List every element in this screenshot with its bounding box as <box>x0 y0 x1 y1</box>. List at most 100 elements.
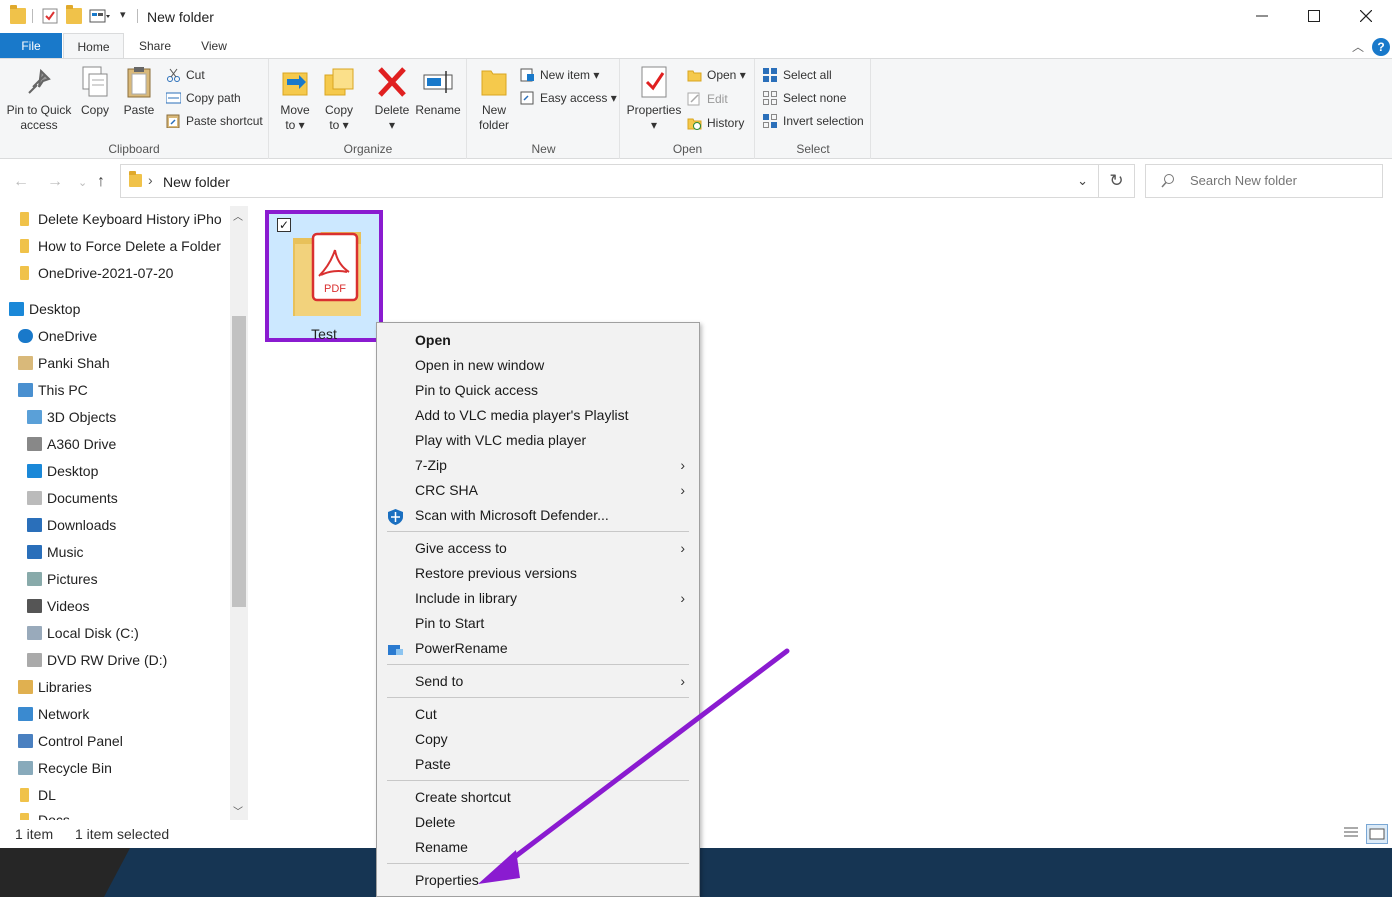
help-icon[interactable]: ? <box>1372 38 1390 56</box>
minimize-button[interactable] <box>1236 0 1288 32</box>
menu-item-include-in-library[interactable]: Include in library › <box>377 586 699 611</box>
invert-selection-button[interactable]: Invert selection <box>763 111 864 131</box>
up-icon[interactable]: ↑ <box>97 173 105 191</box>
sidebar-item[interactable]: Libraries <box>18 674 92 700</box>
scroll-up-icon[interactable]: ︿ <box>233 208 243 223</box>
tab-home[interactable]: Home <box>63 33 124 59</box>
cut-button[interactable]: Cut <box>166 65 205 85</box>
menu-item-pin-to-quick-access[interactable]: Pin to Quick access <box>377 378 699 403</box>
sidebar-item[interactable]: A360 Drive <box>27 431 116 457</box>
item-checkbox[interactable]: ✓ <box>277 218 291 232</box>
file-item[interactable]: ✓ PDF Test <box>265 210 383 342</box>
menu-item-powerrename[interactable]: PowerRename <box>377 636 699 661</box>
sidebar-item[interactable]: Desktop <box>27 458 98 484</box>
recent-locations-icon[interactable]: ⌄ <box>78 176 87 189</box>
select-none-button[interactable]: Select none <box>763 88 846 108</box>
rename-icon <box>422 65 454 99</box>
sidebar-item[interactable]: Recycle Bin <box>18 755 112 781</box>
select-all-button[interactable]: Select all <box>763 65 832 85</box>
delete-button[interactable]: Delete ▾ <box>371 65 413 133</box>
sidebar-item[interactable]: Docs <box>18 807 70 820</box>
new-item-button[interactable]: New item ▾ <box>520 65 599 85</box>
details-view-icon[interactable] <box>1342 826 1360 843</box>
forward-icon[interactable]: → <box>47 173 63 191</box>
chevron-down-icon[interactable]: ⌄ <box>1077 173 1088 189</box>
scissors-icon <box>166 68 181 82</box>
menu-item-paste[interactable]: Paste <box>377 752 699 777</box>
menu-item-delete[interactable]: Delete <box>377 810 699 835</box>
move-to-button[interactable]: Move to ▾ <box>276 65 314 133</box>
menu-item-scan-with-microsoft-defender[interactable]: Scan with Microsoft Defender... <box>377 503 699 528</box>
sidebar-item[interactable]: Local Disk (C:) <box>27 620 139 646</box>
sidebar-item[interactable]: Network <box>18 701 89 727</box>
rename-button[interactable]: Rename <box>414 65 462 118</box>
sidebar-item[interactable]: OneDrive <box>18 323 97 349</box>
sidebar-item[interactable]: OneDrive-2021-07-20 <box>18 260 173 286</box>
menu-item-create-shortcut[interactable]: Create shortcut <box>377 785 699 810</box>
paste-button[interactable]: Paste <box>119 65 159 118</box>
address-bar[interactable]: › New folder ⌄ <box>120 164 1099 198</box>
back-icon[interactable]: ← <box>13 173 29 191</box>
easy-access-button[interactable]: Easy access ▾ <box>520 88 617 108</box>
copy-path-button[interactable]: Copy path <box>165 88 241 108</box>
copy-button[interactable]: Copy <box>76 65 114 118</box>
tab-share[interactable]: Share <box>126 33 184 59</box>
sidebar-item[interactable]: Downloads <box>27 512 116 538</box>
tab-view[interactable]: View <box>186 33 242 59</box>
search-box[interactable] <box>1145 164 1383 198</box>
menu-item-pin-to-start[interactable]: Pin to Start <box>377 611 699 636</box>
sidebar-item[interactable]: Control Panel <box>18 728 123 754</box>
paste-shortcut-button[interactable]: Paste shortcut <box>166 111 263 131</box>
sidebar-item[interactable]: DVD RW Drive (D:) <box>27 647 167 673</box>
sidebar-item-label: Downloads <box>47 517 117 533</box>
menu-item-restore-previous-versions[interactable]: Restore previous versions <box>377 561 699 586</box>
sidebar-item-label: OneDrive-2021-07-20 <box>38 265 174 281</box>
scrollbar-thumb[interactable] <box>232 316 246 607</box>
edit-icon <box>687 92 702 106</box>
menu-item-give-access-to[interactable]: Give access to › <box>377 536 699 561</box>
menu-item-rename[interactable]: Rename <box>377 835 699 860</box>
sidebar-item[interactable]: DL <box>18 782 56 808</box>
tab-file[interactable]: File <box>0 33 62 59</box>
menu-item-open[interactable]: Open <box>377 328 699 353</box>
menu-item-7-zip[interactable]: 7-Zip › <box>377 453 699 478</box>
copy-to-button[interactable]: Copy to ▾ <box>320 65 358 133</box>
sidebar-item[interactable]: Delete Keyboard History iPho <box>18 206 222 232</box>
sidebar-item[interactable]: Panki Shah <box>18 350 110 376</box>
history-button[interactable]: History <box>687 113 744 133</box>
menu-item-properties[interactable]: Properties <box>377 868 699 893</box>
menu-item-open-in-new-window[interactable]: Open in new window <box>377 353 699 378</box>
customize-toolbar-dropdown[interactable]: ▾ <box>120 8 126 21</box>
menu-item-play-with-vlc-media-player[interactable]: Play with VLC media player <box>377 428 699 453</box>
sidebar-item[interactable]: Music <box>27 539 84 565</box>
sidebar-item[interactable]: Documents <box>27 485 118 511</box>
menu-item-add-to-vlc-media-player-s-playlist[interactable]: Add to VLC media player's Playlist <box>377 403 699 428</box>
sidebar-item[interactable]: How to Force Delete a Folder <box>18 233 221 259</box>
menu-item-copy[interactable]: Copy <box>377 727 699 752</box>
sidebar-item[interactable]: Videos <box>27 593 90 619</box>
sidebar-item[interactable]: Desktop <box>9 296 80 322</box>
scroll-down-icon[interactable]: ﹀ <box>233 803 243 818</box>
large-icons-view-icon[interactable] <box>1366 824 1388 844</box>
menu-item-crc-sha[interactable]: CRC SHA › <box>377 478 699 503</box>
sidebar-item[interactable]: 3D Objects <box>27 404 116 430</box>
menu-item-send-to[interactable]: Send to › <box>377 669 699 694</box>
properties-button[interactable]: Properties ▾ <box>625 65 683 133</box>
new-folder-button[interactable]: New folder <box>474 65 514 133</box>
menu-item-cut[interactable]: Cut <box>377 702 699 727</box>
open-button[interactable]: Open ▾ <box>687 65 746 85</box>
refresh-button[interactable]: ↻ <box>1099 164 1135 198</box>
sidebar-item[interactable]: Pictures <box>27 566 98 592</box>
breadcrumb[interactable]: New folder <box>163 174 230 190</box>
new-folder-icon[interactable] <box>66 5 82 24</box>
view-options-icon[interactable] <box>89 8 111 24</box>
sidebar-item[interactable]: This PC <box>18 377 88 403</box>
close-button[interactable] <box>1340 0 1392 32</box>
sidebar-item-label: Panki Shah <box>38 355 110 371</box>
search-input[interactable] <box>1190 173 1370 188</box>
pin-to-quick-access-button[interactable]: Pin to Quick access <box>4 65 74 133</box>
maximize-button[interactable] <box>1288 0 1340 32</box>
edit-button[interactable]: Edit <box>687 89 728 109</box>
collapse-ribbon-icon[interactable]: ︿ <box>1352 38 1364 55</box>
properties-check-icon[interactable] <box>42 8 58 24</box>
